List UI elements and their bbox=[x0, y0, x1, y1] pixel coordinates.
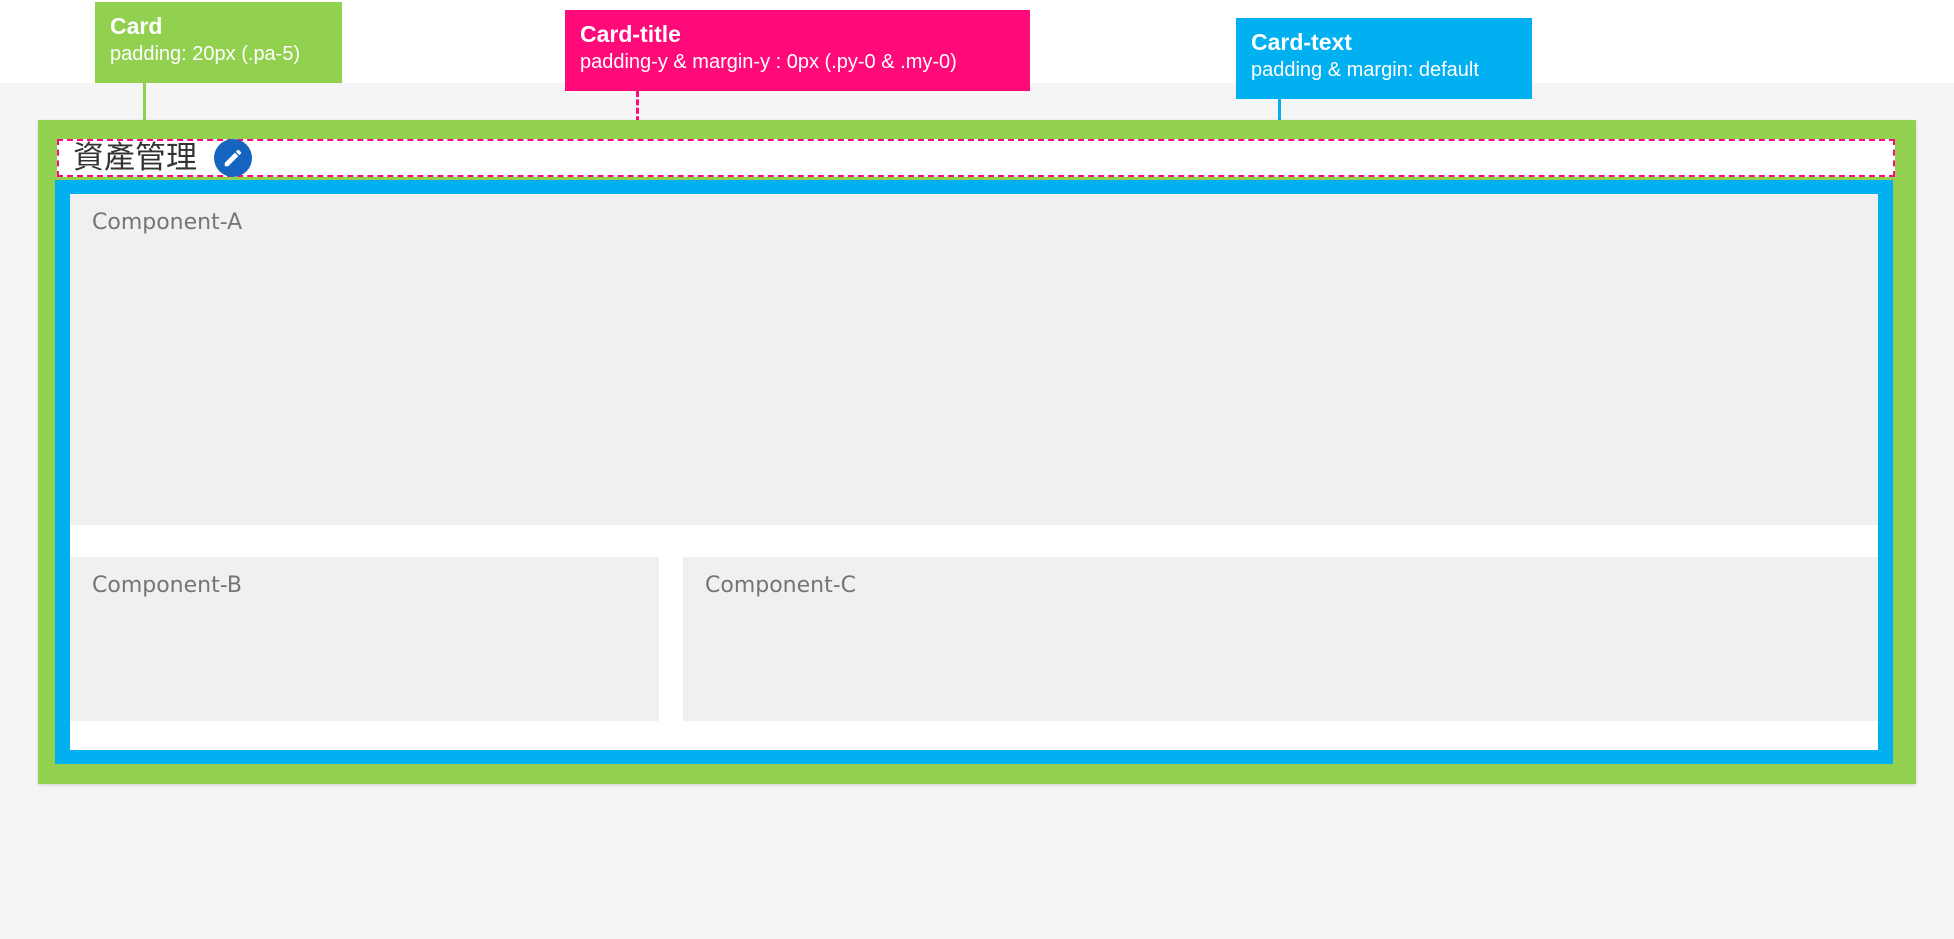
component-b: Component-B bbox=[70, 557, 659, 721]
callout-card-text: Card-text padding & margin: default bbox=[1236, 18, 1532, 99]
edit-button[interactable] bbox=[214, 139, 252, 177]
component-a: Component-A bbox=[70, 194, 1878, 525]
callout-card-text-description: padding & margin: default bbox=[1251, 59, 1479, 81]
callout-card-text-title: Card-text bbox=[1251, 29, 1352, 55]
callout-card-title-description: padding-y & margin-y : 0px (.py-0 & .my-… bbox=[580, 51, 957, 73]
callout-card-title-title: Card-title bbox=[580, 21, 681, 47]
component-c-label: Component-C bbox=[705, 573, 857, 598]
callout-card: Card padding: 20px (.pa-5) bbox=[95, 2, 342, 83]
component-c: Component-C bbox=[683, 557, 1878, 721]
component-b-label: Component-B bbox=[92, 573, 242, 598]
callout-card-title: Card bbox=[110, 13, 163, 39]
pencil-icon bbox=[224, 149, 242, 167]
component-a-label: Component-A bbox=[92, 210, 243, 235]
callout-card-title-box: Card-title padding-y & margin-y : 0px (.… bbox=[565, 10, 1030, 91]
card-title: 資產管理 bbox=[57, 139, 1895, 177]
diagram-page: Card padding: 20px (.pa-5) Card-title pa… bbox=[0, 0, 1954, 939]
card-title-text: 資產管理 bbox=[73, 140, 197, 176]
callout-card-leader-line bbox=[143, 83, 146, 120]
callout-card-description: padding: 20px (.pa-5) bbox=[110, 43, 301, 65]
